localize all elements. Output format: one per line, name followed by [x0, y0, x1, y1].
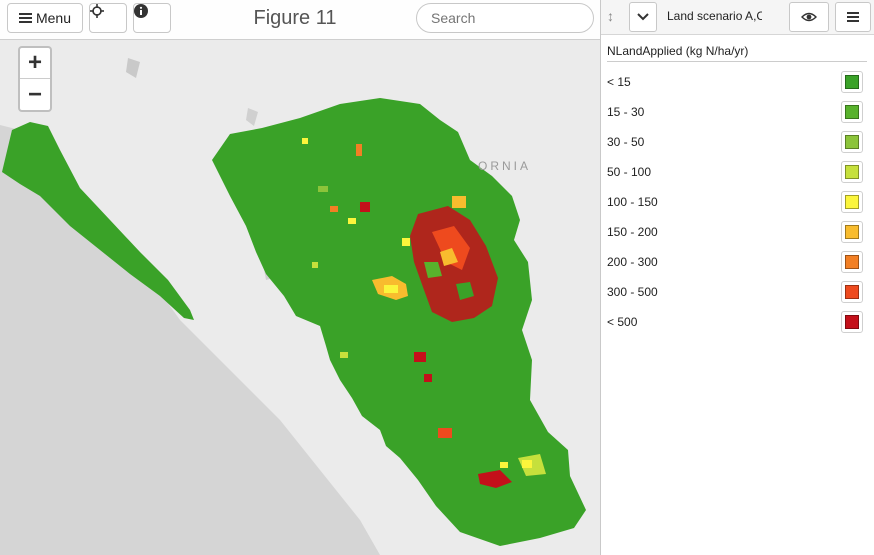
collapse-button[interactable] — [629, 2, 657, 32]
basemap — [0, 58, 586, 555]
page-title: Figure 11 — [253, 7, 337, 29]
info-button[interactable] — [133, 3, 171, 33]
legend-swatch — [841, 71, 863, 93]
zoom-in-button[interactable]: + — [20, 48, 50, 79]
legend-item-label: 100 - 150 — [607, 195, 658, 209]
lake-shape — [126, 58, 140, 78]
app: ORNIA Menu Figure 11 Search + − ↕ Land s… — [0, 0, 874, 555]
legend-item-label: 15 - 30 — [607, 105, 645, 119]
legend-swatch — [841, 101, 863, 123]
legend-item-label: 150 - 200 — [607, 225, 658, 239]
layer-menu-button[interactable] — [835, 2, 871, 32]
menu-button[interactable]: Menu — [7, 3, 83, 33]
legend-swatch — [841, 281, 863, 303]
layer-header: ↕ Land scenario A,C — [601, 0, 874, 35]
info-icon — [134, 4, 148, 18]
legend-swatch — [841, 131, 863, 153]
legend-item: 15 - 30 — [607, 101, 865, 123]
legend-item: 150 - 200 — [607, 221, 865, 243]
legend-swatch — [841, 161, 863, 183]
legend-item: 100 - 150 — [607, 191, 865, 213]
legend-swatch — [841, 191, 863, 213]
eye-icon — [801, 12, 817, 22]
legend-item-label: < 500 — [607, 315, 638, 329]
zoom-out-button[interactable]: − — [20, 79, 50, 110]
legend-item-label: 50 - 100 — [607, 165, 652, 179]
legend-item: 30 - 50 — [607, 131, 865, 153]
legend-item-label: 300 - 500 — [607, 285, 658, 299]
search-input[interactable] — [416, 3, 594, 33]
chevron-down-icon — [637, 13, 649, 21]
legend-item-label: < 15 — [607, 75, 631, 89]
zoom-control: + − — [18, 46, 52, 112]
legend-title: NLandApplied (kg N/ha/yr) — [607, 44, 867, 62]
legend-swatch — [841, 311, 863, 333]
map-place-label: ORNIA — [478, 159, 532, 173]
legend-item: < 500 — [607, 311, 865, 333]
legend-item: 50 - 100 — [607, 161, 865, 183]
locate-button[interactable] — [89, 3, 127, 33]
menu-button-label: Menu — [35, 10, 72, 26]
crosshair-icon — [90, 4, 104, 18]
legend-panel: ↕ Land scenario A,C NLandApplied (kg N/h… — [600, 0, 874, 555]
lake-shape — [246, 108, 258, 126]
drag-handle-icon[interactable]: ↕ — [607, 8, 614, 24]
legend-item-label: 200 - 300 — [607, 255, 658, 269]
legend-item-label: 30 - 50 — [607, 135, 645, 149]
map-view[interactable]: ORNIA Menu Figure 11 Search + − — [0, 0, 600, 555]
legend-swatch — [841, 221, 863, 243]
legend-swatch — [841, 251, 863, 273]
layer-name: Land scenario A,C — [667, 9, 762, 23]
legend-item: 300 - 500 — [607, 281, 865, 303]
legend-item: < 15 — [607, 71, 865, 93]
visibility-toggle-button[interactable] — [789, 2, 829, 32]
legend-item: 200 - 300 — [607, 251, 865, 273]
top-toolbar: Menu Figure 11 — [0, 0, 600, 40]
menu-icon — [18, 11, 32, 25]
list-icon — [847, 10, 859, 24]
